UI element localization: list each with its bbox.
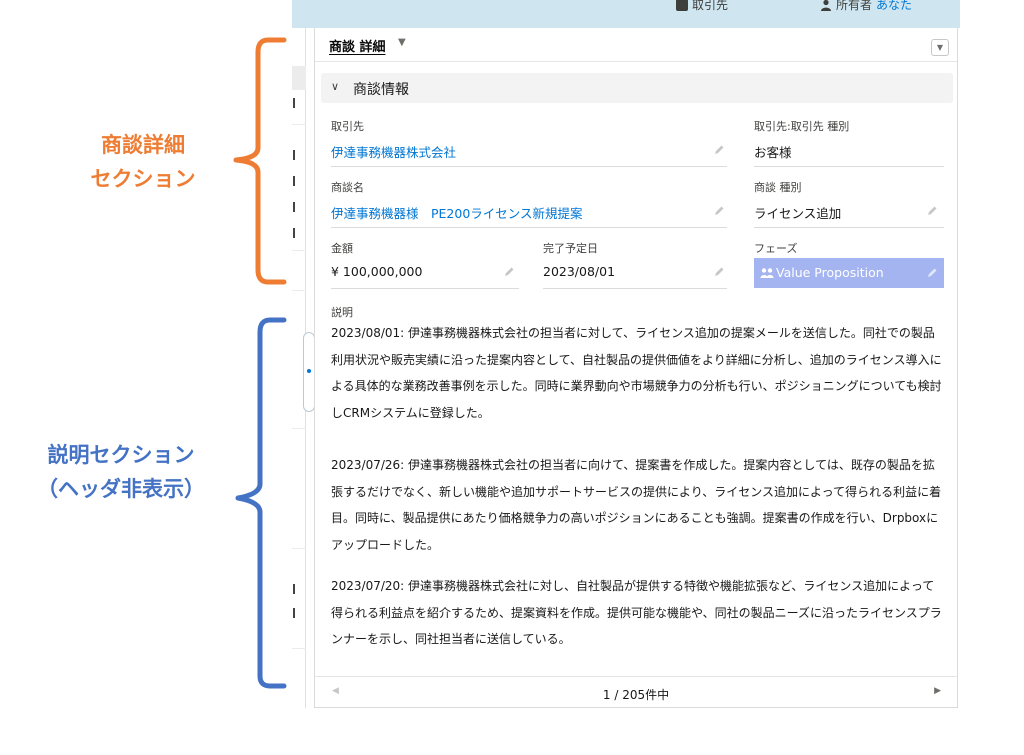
blue-brace-icon — [235, 317, 287, 689]
screenshot-root: 取引先 所有者 あなた 商談 詳細 ▼ ▼ ∨ 商談情報 取引先 伊達事務機器株… — [0, 0, 1024, 755]
